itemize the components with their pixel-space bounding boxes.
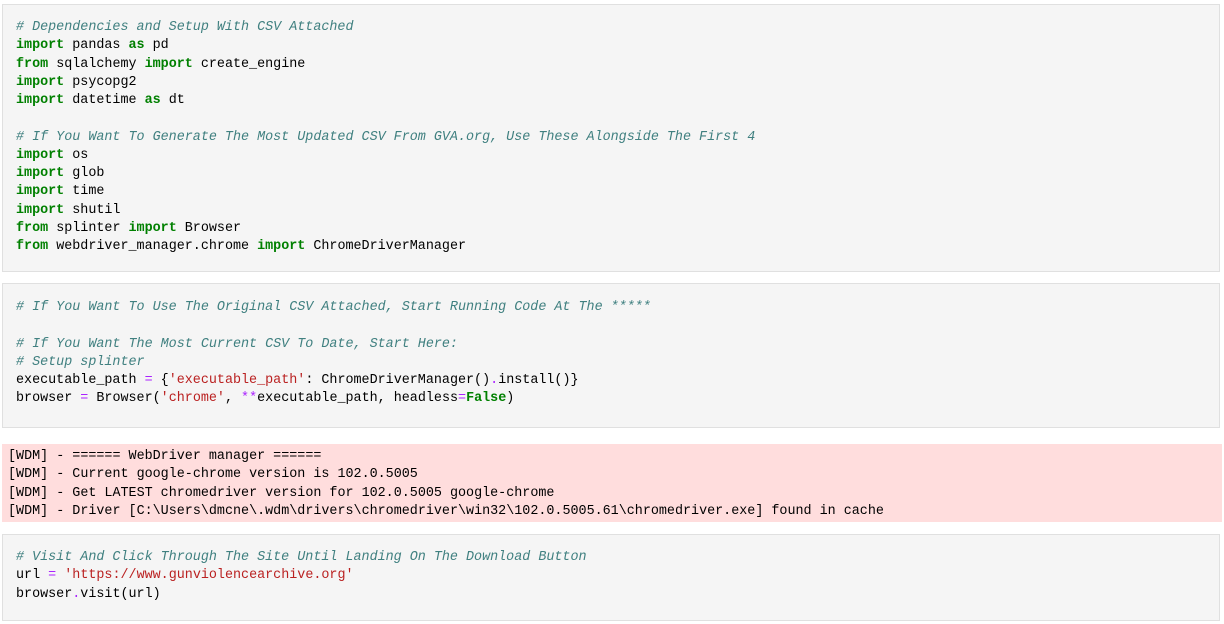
- keyword: import: [16, 147, 65, 163]
- code-text: executable_path, headless: [257, 391, 459, 407]
- code-text: ,: [224, 391, 242, 407]
- code-text: psycopg2: [64, 74, 137, 90]
- keyword: import: [128, 220, 177, 236]
- code-line: from sqlalchemy import create_engine: [16, 56, 755, 74]
- keyword: import: [16, 184, 65, 200]
- code-cell-setup-splinter[interactable]: # If You Want To Use The Original CSV At…: [2, 283, 1220, 428]
- code-text: ChromeDriverManager: [305, 239, 467, 254]
- code-text: url: [16, 568, 49, 584]
- code-line: import os: [16, 147, 755, 165]
- stderr-output: [WDM] - ====== WebDriver manager ====== […: [2, 444, 1222, 522]
- code-line: # If You Want To Generate The Most Updat…: [16, 129, 755, 147]
- code-text: browser: [16, 586, 73, 602]
- code-text: glob: [64, 166, 105, 181]
- code-editor[interactable]: # If You Want To Use The Original CSV At…: [16, 299, 651, 409]
- output-text: [WDM] - ====== WebDriver manager ====== […: [8, 448, 884, 521]
- code-line: browser.visit(url): [16, 586, 587, 604]
- code-line: [WDM] - Current google-chrome version is…: [8, 466, 884, 484]
- code-text: visit(url): [80, 586, 161, 602]
- code-text: webdriver_manager.chrome: [48, 239, 258, 254]
- keyword: import: [16, 202, 65, 218]
- keyword: from: [16, 220, 49, 236]
- code-cell-visit-site[interactable]: # Visit And Click Through The Site Until…: [2, 534, 1220, 621]
- code-line: # Setup splinter: [16, 354, 651, 372]
- operator: **: [241, 391, 258, 407]
- comment: # If You Want To Use The Original CSV At…: [16, 300, 651, 315]
- code-editor[interactable]: # Visit And Click Through The Site Until…: [16, 549, 587, 604]
- code-text: time: [64, 184, 105, 200]
- comment: # If You Want The Most Current CSV To Da…: [16, 336, 458, 352]
- code-line: import time: [16, 183, 755, 201]
- code-line: # If You Want The Most Current CSV To Da…: [16, 336, 651, 354]
- code-text: Browser: [176, 220, 242, 236]
- code-text: Browser(: [88, 391, 161, 407]
- code-text: executable_path: [16, 373, 145, 388]
- code-text: [WDM] - Current google-chrome version is…: [8, 467, 418, 483]
- code-text: shutil: [64, 202, 121, 218]
- code-line: import pandas as pd: [16, 37, 755, 55]
- code-line: [WDM] - ====== WebDriver manager ======: [8, 448, 884, 466]
- code-editor[interactable]: # Dependencies and Setup With CSV Attach…: [16, 19, 755, 256]
- code-line: [WDM] - Get LATEST chromedriver version …: [8, 485, 884, 503]
- keyword: import: [16, 38, 65, 54]
- operator: =: [458, 391, 467, 407]
- comment: # Visit And Click Through The Site Until…: [16, 550, 587, 565]
- code-text: pd: [144, 38, 169, 54]
- code-line: browser = Browser('chrome', **executable…: [16, 390, 651, 408]
- code-text: ): [506, 391, 515, 407]
- keyword: as: [144, 93, 161, 108]
- code-text: browser: [16, 391, 81, 407]
- comment: # Dependencies and Setup With CSV Attach…: [16, 20, 354, 35]
- code-line: import shutil: [16, 202, 755, 220]
- code-line: # Visit And Click Through The Site Until…: [16, 549, 587, 567]
- keyword: as: [128, 38, 145, 54]
- code-line: from splinter import Browser: [16, 220, 755, 238]
- code-cell-imports[interactable]: # Dependencies and Setup With CSV Attach…: [2, 4, 1220, 272]
- code-line: # If You Want To Use The Original CSV At…: [16, 299, 651, 317]
- string-literal: 'executable_path': [168, 373, 306, 388]
- code-text: os: [64, 147, 89, 163]
- keyword: False: [466, 391, 507, 407]
- code-text: install()}: [498, 373, 579, 388]
- code-text: [WDM] - Get LATEST chromedriver version …: [8, 485, 555, 501]
- keyword: import: [16, 166, 65, 181]
- code-text: dt: [160, 93, 185, 108]
- code-text: [WDM] - ====== WebDriver manager ======: [8, 449, 322, 464]
- keyword: from: [16, 56, 49, 72]
- code-text: : ChromeDriverManager(): [305, 373, 491, 388]
- code-line: import datetime as dt: [16, 92, 755, 110]
- code-text: pandas: [64, 38, 129, 54]
- code-text: create_engine: [192, 56, 306, 72]
- code-line: import glob: [16, 165, 755, 183]
- keyword: import: [16, 74, 65, 90]
- string-literal: 'chrome': [160, 391, 225, 407]
- operator: =: [144, 373, 153, 388]
- keyword: import: [144, 56, 193, 72]
- code-text: splinter: [48, 220, 129, 236]
- operator: =: [48, 568, 57, 584]
- code-line: url = 'https://www.gunviolencearchive.or…: [16, 567, 587, 585]
- code-line: # Dependencies and Setup With CSV Attach…: [16, 19, 755, 37]
- comment: # If You Want To Generate The Most Updat…: [16, 129, 756, 145]
- code-text: datetime: [64, 93, 145, 108]
- string-literal: 'https://www.gunviolencearchive.org': [64, 568, 354, 584]
- operator: .: [490, 373, 499, 388]
- code-line: import psycopg2: [16, 74, 755, 92]
- comment: # Setup splinter: [16, 354, 145, 370]
- keyword: import: [16, 93, 65, 108]
- code-text: {: [152, 373, 169, 388]
- keyword: from: [16, 239, 49, 254]
- code-text: [WDM] - Driver [C:\Users\dmcne\.wdm\driv…: [8, 503, 884, 519]
- keyword: import: [257, 239, 306, 254]
- code-line: from webdriver_manager.chrome import Chr…: [16, 238, 755, 256]
- code-line: [WDM] - Driver [C:\Users\dmcne\.wdm\driv…: [8, 503, 884, 521]
- code-text: sqlalchemy: [48, 56, 145, 72]
- code-line: executable_path = {'executable_path': Ch…: [16, 372, 651, 390]
